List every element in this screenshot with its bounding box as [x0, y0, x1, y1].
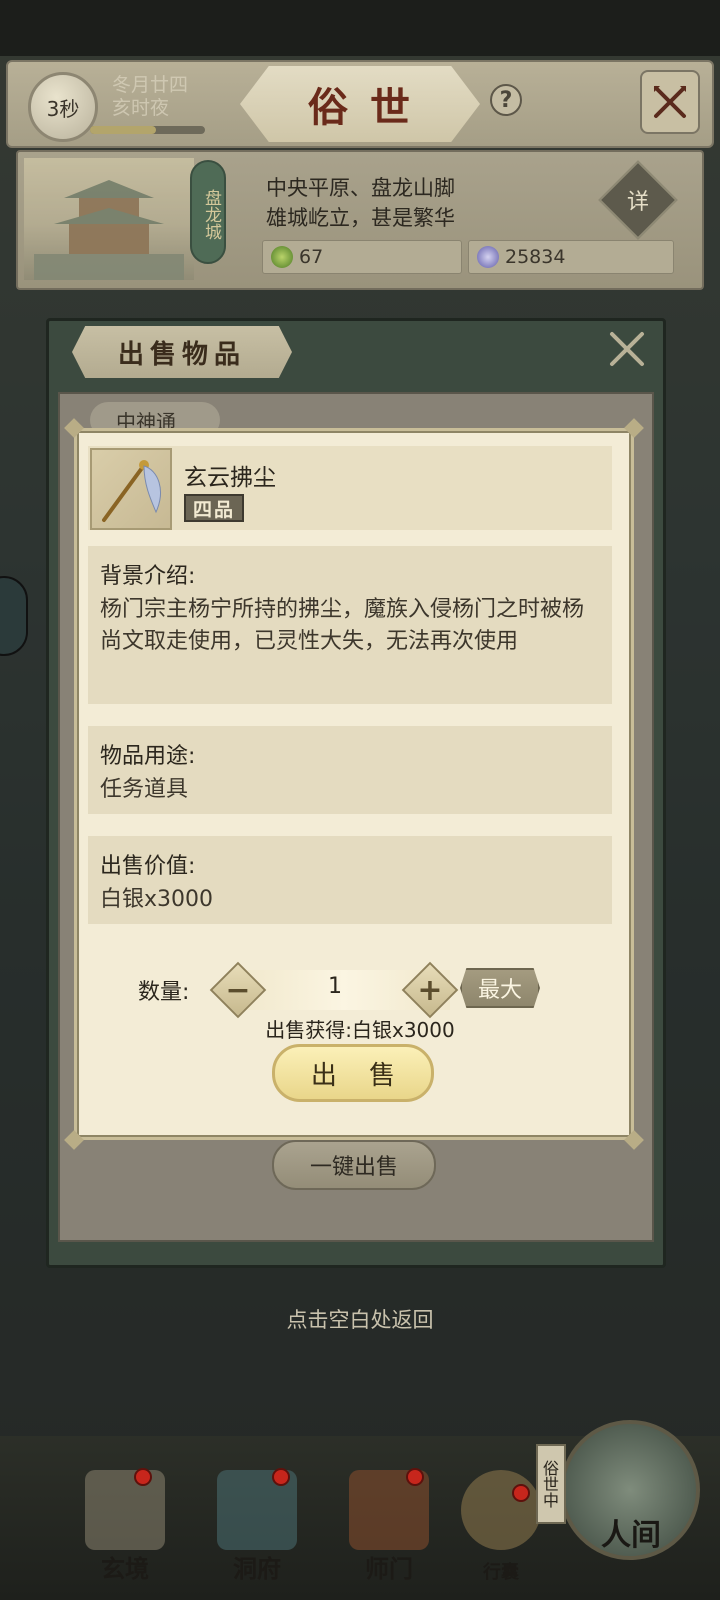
nav-label: 洞府 [233, 1554, 281, 1583]
silver-coin-icon [477, 246, 499, 268]
world-button-label[interactable]: 人间 [566, 1510, 696, 1554]
resource-green-value: 67 [299, 246, 324, 268]
resource-silver: 25834 [468, 240, 674, 274]
nav-item-xuanjing[interactable]: 玄境 [70, 1468, 180, 1590]
crossed-swords-close-icon [654, 86, 686, 118]
help-icon[interactable]: ? [490, 84, 522, 116]
location-desc-1: 中央平原、盘龙山脚 [266, 176, 455, 200]
time-progress-fill [90, 126, 156, 134]
world-status-tag: 俗世中 [536, 1444, 566, 1524]
date-line-2: 亥时夜 [112, 97, 170, 119]
city-name-tag: 盘龙城 [190, 160, 226, 264]
header-close-button[interactable] [640, 70, 700, 134]
notification-dot [272, 1468, 290, 1486]
background-title: 背景介绍: [100, 564, 196, 589]
minus-icon[interactable]: − [209, 961, 267, 1019]
plus-icon[interactable]: + [401, 961, 459, 1019]
background-section: 背景介绍: 杨门宗主杨宁所持的拂尘，魔族入侵杨门之时被杨尚文取走使用，已灵性大失… [88, 546, 612, 704]
nav-label: 玄境 [101, 1554, 149, 1583]
value-text: 白银x3000 [100, 887, 214, 912]
city-illustration [24, 158, 194, 280]
sell-gain-text: 出售获得:白银x3000 [265, 1018, 455, 1042]
status-strip [0, 0, 720, 56]
leaf-icon [271, 246, 293, 268]
nav-item-shimen[interactable]: 师门 [334, 1468, 444, 1590]
sell-panel-title: 出售物品 [117, 339, 246, 370]
pagoda-icon [34, 180, 184, 280]
page-title: 俗世 [308, 84, 432, 131]
scroll-icon [85, 1470, 165, 1550]
game-date: 冬月廿四 亥时夜 [112, 74, 188, 120]
item-icon-frame [90, 448, 172, 530]
quantity-value[interactable]: 1 [300, 974, 370, 999]
sell-panel-close-button[interactable] [604, 326, 650, 372]
return-hint[interactable]: 点击空白处返回 [0, 1304, 720, 1334]
bag-icon [461, 1470, 541, 1550]
max-quantity-button[interactable]: 最大 [460, 968, 540, 1008]
usage-title: 物品用途: [100, 744, 196, 769]
location-desc-2: 雄城屹立，甚是繁华 [266, 206, 455, 230]
title-banner: 俗世 [240, 66, 480, 142]
notification-dot [134, 1468, 152, 1486]
one-key-sell-button[interactable]: 一键出售 [272, 1140, 436, 1190]
quantity-label: 数量: [138, 980, 190, 1005]
nav-label: 师门 [365, 1554, 413, 1583]
timer-badge: 3秒 [28, 72, 98, 142]
usage-section: 物品用途: 任务道具 [88, 726, 612, 814]
sell-panel-title-plate: 出售物品 [72, 326, 292, 378]
date-line-1: 冬月廿四 [112, 74, 189, 96]
notification-dot [512, 1484, 530, 1502]
value-title: 出售价值: [100, 854, 196, 879]
whisk-icon [102, 460, 161, 522]
detail-button-label[interactable]: 详 [610, 172, 666, 228]
item-name: 玄云拂尘 [184, 465, 276, 491]
background-text: 杨门宗主杨宁所持的拂尘，魔族入侵杨门之时被杨尚文取走使用，已灵性大失，无法再次使… [100, 597, 585, 654]
side-float-button[interactable] [0, 576, 28, 656]
resource-silver-value: 25834 [505, 246, 566, 268]
sell-button[interactable]: 出 售 [272, 1044, 434, 1102]
nav-item-dongfu[interactable]: 洞府 [202, 1468, 312, 1590]
resource-green: 67 [262, 240, 462, 274]
item-grade-badge: 四品 [184, 494, 244, 522]
value-section: 出售价值: 白银x3000 [88, 836, 612, 924]
notification-dot [406, 1468, 424, 1486]
close-icon [610, 332, 644, 366]
usage-text: 任务道具 [100, 777, 189, 802]
nav-label: 行囊 [483, 1562, 519, 1583]
